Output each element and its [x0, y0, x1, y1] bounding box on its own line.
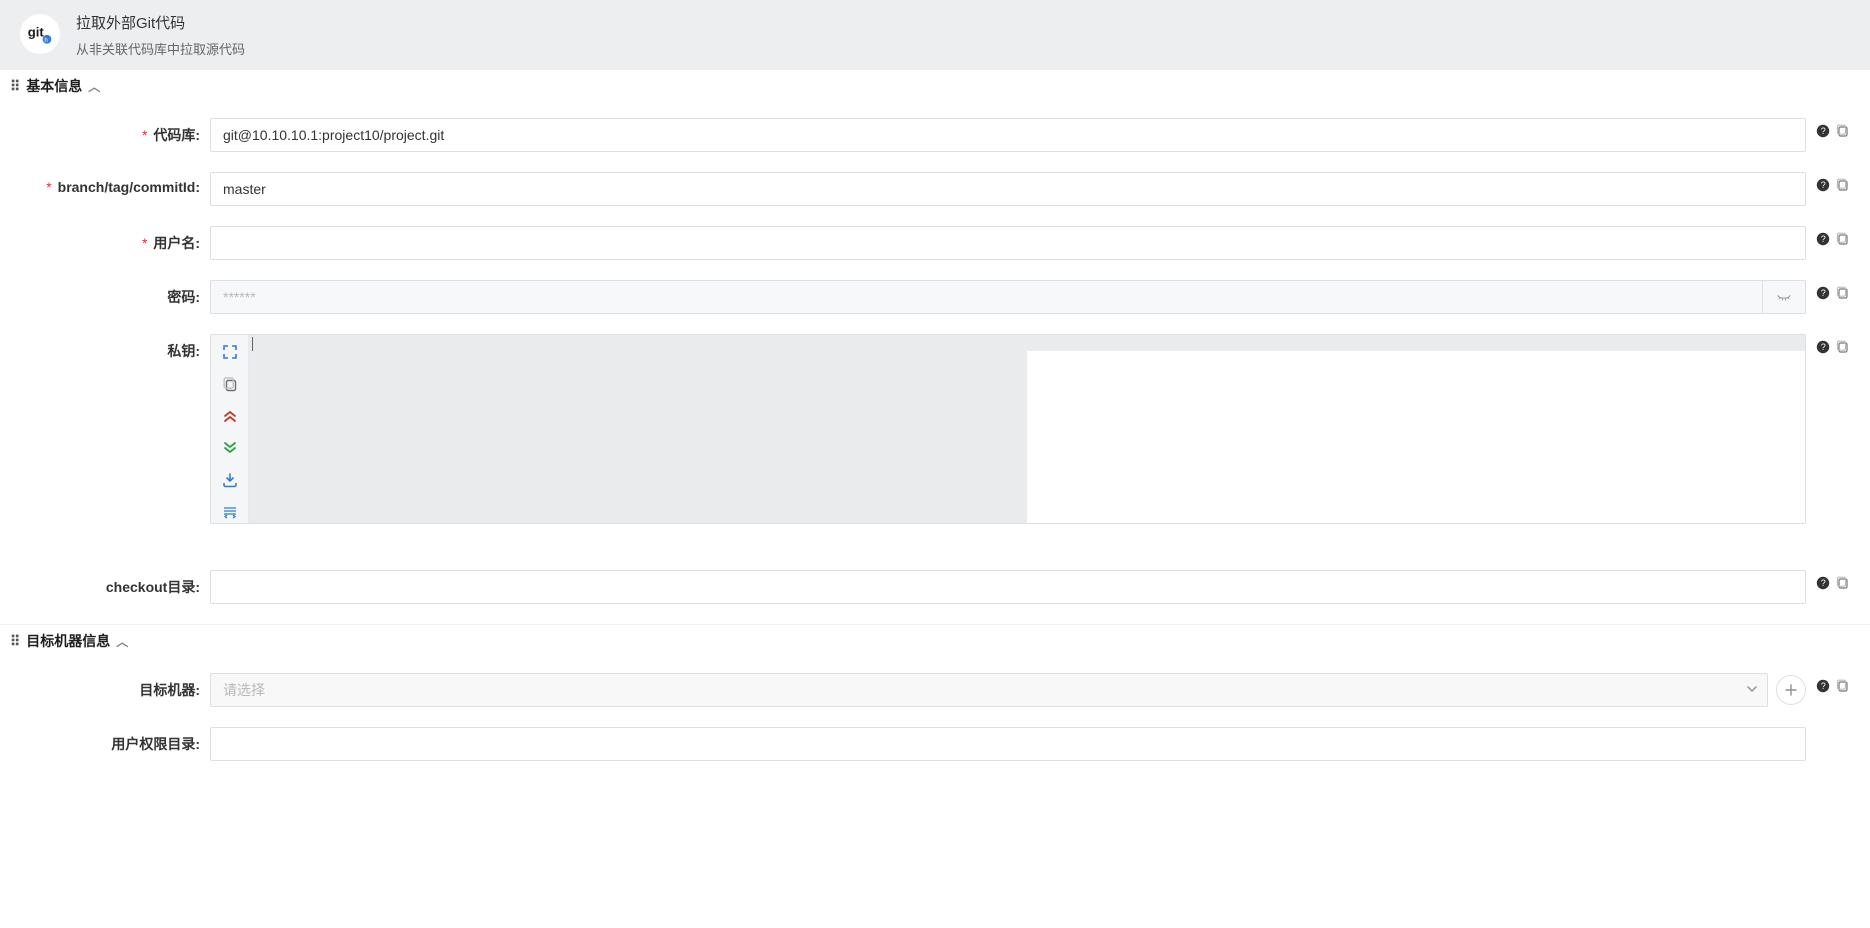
- svg-text:?: ?: [1821, 342, 1826, 352]
- row-checkout-dir: checkout目录: ?: [0, 560, 1870, 614]
- row-target-machine: 目标机器:: [0, 663, 1870, 717]
- label-username: 用户名:: [153, 235, 200, 251]
- chevron-down-icon: [1746, 682, 1758, 698]
- svg-text:?: ?: [1821, 126, 1826, 136]
- page-title: 拉取外部Git代码: [76, 12, 245, 33]
- svg-text:?: ?: [1821, 578, 1826, 588]
- download-icon: [222, 472, 238, 488]
- page-header: git h 拉取外部Git代码 从非关联代码库中拉取源代码: [0, 0, 1870, 70]
- row-branch: * branch/tag/commitId: ?: [0, 162, 1870, 216]
- label-private-key: 私钥:: [167, 343, 200, 359]
- copy-icon[interactable]: [1836, 232, 1850, 249]
- label-repo: 代码库:: [153, 127, 200, 143]
- code-format-icon: [222, 504, 238, 520]
- copy-icon[interactable]: [1836, 286, 1850, 303]
- editor-format-button[interactable]: [217, 501, 243, 523]
- chevron-up-icon: ︿: [116, 633, 128, 650]
- double-chevron-up-icon: [222, 408, 238, 424]
- label-target-machine: 目标机器:: [139, 682, 200, 698]
- help-icon[interactable]: ?: [1816, 679, 1830, 696]
- target-machine-select[interactable]: [210, 673, 1768, 707]
- git-icon: git h: [20, 14, 60, 54]
- copy-icon[interactable]: [1836, 340, 1850, 357]
- row-username: * 用户名: ?: [0, 216, 1870, 270]
- editor-fullscreen-button[interactable]: [217, 341, 243, 363]
- row-private-key: 私钥:: [0, 324, 1870, 534]
- copy-icon: [222, 376, 238, 392]
- row-repo: * 代码库: ?: [0, 108, 1870, 162]
- branch-input[interactable]: [210, 172, 1806, 206]
- help-icon[interactable]: ?: [1816, 576, 1830, 593]
- required-marker: *: [46, 179, 51, 195]
- help-icon[interactable]: ?: [1816, 178, 1830, 195]
- target-machine-select-display[interactable]: [210, 673, 1768, 707]
- add-target-machine-button[interactable]: [1776, 675, 1806, 705]
- svg-text:?: ?: [1821, 681, 1826, 691]
- chevron-up-icon: ︿: [88, 78, 100, 95]
- copy-icon[interactable]: [1836, 576, 1850, 593]
- label-checkout-dir: checkout目录:: [106, 579, 200, 595]
- help-icon[interactable]: ?: [1816, 232, 1830, 249]
- plus-icon: [1785, 684, 1797, 696]
- required-marker: *: [142, 235, 147, 251]
- copy-icon[interactable]: [1836, 679, 1850, 696]
- fullscreen-icon: [222, 344, 238, 360]
- label-branch: branch/tag/commitId:: [58, 179, 200, 195]
- help-icon[interactable]: ?: [1816, 286, 1830, 303]
- row-password: 密码: ?: [0, 270, 1870, 324]
- help-icon[interactable]: ?: [1816, 124, 1830, 141]
- section-target: ⠿ 目标机器信息 ︿ 目标机器:: [0, 625, 1870, 781]
- required-marker: *: [142, 127, 147, 143]
- section-basic-header[interactable]: ⠿ 基本信息 ︿: [0, 70, 1870, 102]
- svg-text:?: ?: [1821, 234, 1826, 244]
- double-chevron-down-icon: [222, 440, 238, 456]
- editor-download-button[interactable]: [217, 469, 243, 491]
- label-user-perm-dir: 用户权限目录:: [111, 736, 200, 752]
- svg-text:?: ?: [1821, 288, 1826, 298]
- label-password: 密码:: [167, 289, 200, 305]
- editor-expand-button[interactable]: [217, 437, 243, 459]
- copy-icon[interactable]: [1836, 124, 1850, 141]
- drag-handle-icon: ⠿: [10, 78, 20, 95]
- user-perm-dir-input[interactable]: [210, 727, 1806, 761]
- svg-text:git: git: [28, 25, 45, 40]
- editor-body[interactable]: [249, 335, 1805, 523]
- svg-text:h: h: [44, 37, 47, 44]
- section-basic-title: 基本信息: [26, 76, 82, 96]
- editor-collapse-button[interactable]: [217, 405, 243, 427]
- editor-toolbar: [211, 335, 249, 523]
- svg-text:?: ?: [1821, 180, 1826, 190]
- section-target-title: 目标机器信息: [26, 631, 110, 651]
- copy-icon[interactable]: [1836, 178, 1850, 195]
- help-icon[interactable]: ?: [1816, 340, 1830, 357]
- section-target-header[interactable]: ⠿ 目标机器信息 ︿: [0, 625, 1870, 657]
- checkout-dir-input[interactable]: [210, 570, 1806, 604]
- toggle-password-visibility-button[interactable]: [1762, 280, 1806, 314]
- page-subtitle: 从非关联代码库中拉取源代码: [76, 39, 245, 58]
- private-key-editor[interactable]: [210, 334, 1806, 524]
- editor-copy-button[interactable]: [217, 373, 243, 395]
- drag-handle-icon: ⠿: [10, 633, 20, 650]
- username-input[interactable]: [210, 226, 1806, 260]
- password-input[interactable]: [210, 280, 1762, 314]
- eye-closed-icon: [1776, 289, 1792, 305]
- row-user-perm-dir: 用户权限目录:: [0, 717, 1870, 771]
- repo-input[interactable]: [210, 118, 1806, 152]
- section-basic: ⠿ 基本信息 ︿ * 代码库: ? *: [0, 70, 1870, 625]
